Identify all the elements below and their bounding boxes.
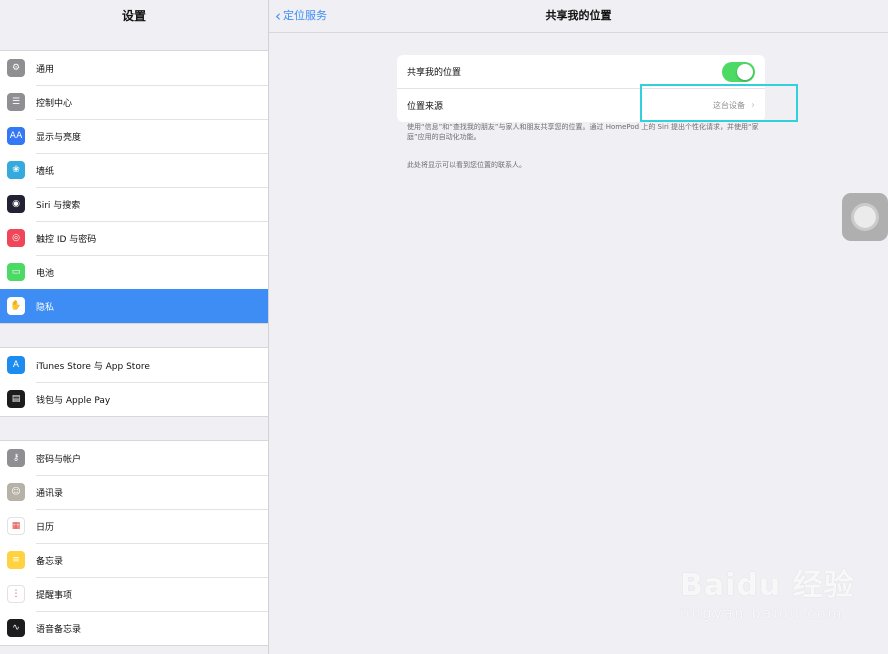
sidebar-item[interactable]: AA 显示与亮度 xyxy=(0,119,268,153)
notes-icon: ≡ xyxy=(7,551,25,569)
sidebar-item-label: iTunes Store 与 App Store xyxy=(36,361,150,372)
sidebar-group-1: ⚙ 通用 ☰ 控制中心 AA 显示与亮度 ❀ 墙纸 ◉ Siri 与搜索 ◎ 触控 ID 与密码 ▭ 电池… xyxy=(0,50,268,324)
display-brightness-icon: AA xyxy=(7,127,25,145)
sidebar-item-label: 语音备忘录 xyxy=(36,624,82,635)
sidebar-title: 设置 xyxy=(121,9,146,23)
voice-memos-icon: ∿ xyxy=(7,619,25,637)
touch-id-icon: ◎ xyxy=(7,229,25,247)
sidebar-item[interactable]: ▦ 日历 xyxy=(0,509,268,543)
sidebar-item-label: Siri 与搜索 xyxy=(36,200,81,211)
sidebar-item[interactable]: ▤ 钱包与 Apple Pay xyxy=(0,382,268,416)
highlight-box xyxy=(640,84,798,122)
settings-sidebar: 设置 ⚙ 通用 ☰ 控制中心 AA 显示与亮度 ❀ 墙纸 ◉ Siri 与搜索 ◎ 触控 ID 与密码… xyxy=(0,0,269,654)
reminders-icon: ⋮ xyxy=(7,585,25,603)
back-button[interactable]: ‹ 定位服务 xyxy=(275,0,327,32)
gear-icon: ⚙ xyxy=(7,59,25,77)
control-center-icon: ☰ xyxy=(7,93,25,111)
key-icon: ⚷ xyxy=(7,449,25,467)
page-title: 共享我的位置 xyxy=(545,9,612,22)
watermark-sub-text: jingyan.baidu.com xyxy=(680,606,844,622)
sidebar-item-label: 电池 xyxy=(36,268,55,279)
sidebar-item-label: 显示与亮度 xyxy=(36,132,82,143)
sidebar-item[interactable]: ◎ 触控 ID 与密码 xyxy=(0,221,268,255)
sidebar-item-label: 日历 xyxy=(36,522,55,533)
sidebar-item[interactable]: AiTunes Store 与 App Store xyxy=(0,348,268,382)
share-location-footnote: 使用“信息”和“查找我的朋友”与家人和朋友共享您的位置。通过 HomePod 上… xyxy=(407,123,759,141)
sidebar-item-label: 备忘录 xyxy=(36,556,64,567)
sidebar-item[interactable]: ≡ 备忘录 xyxy=(0,543,268,577)
wallet-icon: ▤ xyxy=(7,390,25,408)
sidebar-item[interactable]: ☺ 通讯录 xyxy=(0,475,268,509)
calendar-icon: ▦ xyxy=(7,517,25,535)
battery-icon: ▭ xyxy=(7,263,25,281)
chevron-left-icon: ‹ xyxy=(275,7,281,25)
sidebar-item-label: 钱包与 Apple Pay xyxy=(36,395,111,406)
detail-pane: ‹ 定位服务 共享我的位置 共享我的位置 位置来源 这台设备 › 使用“信息”和… xyxy=(269,0,888,654)
toggle-knob xyxy=(737,63,753,80)
sidebar-item-label: 通讯录 xyxy=(36,488,64,499)
back-button-label: 定位服务 xyxy=(283,9,327,22)
sidebar-group-3: ⚷ 密码与帐户 ☺ 通讯录 ▦ 日历 ≡ 备忘录 ⋮ 提醒事项 ∿ 语音备忘录 xyxy=(0,440,268,646)
sidebar-item-label: 通用 xyxy=(36,64,55,75)
sidebar-item[interactable]: ⋮ 提醒事项 xyxy=(0,577,268,611)
sidebar-item-label: 提醒事项 xyxy=(36,590,73,601)
share-my-location-toggle[interactable] xyxy=(722,61,755,82)
sidebar-item-label: 墙纸 xyxy=(36,166,55,177)
sidebar-item[interactable]: ⚙ 通用 xyxy=(0,51,268,85)
share-my-location-label: 共享我的位置 xyxy=(407,68,462,78)
location-source-label: 位置来源 xyxy=(407,102,444,112)
sidebar-item[interactable]: ❀ 墙纸 xyxy=(0,153,268,187)
assistive-touch-icon xyxy=(854,206,876,228)
sidebar-item[interactable]: ✋ 隐私 xyxy=(0,289,268,323)
contacts-icon: ☺ xyxy=(7,483,25,501)
sidebar-item[interactable]: ▭ 电池 xyxy=(0,255,268,289)
siri-icon: ◉ xyxy=(7,195,25,213)
app-store-icon: A xyxy=(7,356,25,374)
privacy-hand-icon: ✋ xyxy=(7,297,25,315)
contacts-footnote: 此处将显示可以看到您位置的联系人。 xyxy=(407,161,526,169)
assistive-touch-button[interactable] xyxy=(842,193,888,241)
sidebar-item[interactable]: ∿ 语音备忘录 xyxy=(0,611,268,645)
sidebar-item-label: 触控 ID 与密码 xyxy=(36,234,97,245)
sidebar-item-label: 隐私 xyxy=(36,302,55,313)
sidebar-item-label: 密码与帐户 xyxy=(36,454,82,465)
wallpaper-icon: ❀ xyxy=(7,161,25,179)
navigation-bar: ‹ 定位服务 共享我的位置 xyxy=(269,0,888,33)
sidebar-item[interactable]: ◉ Siri 与搜索 xyxy=(0,187,268,221)
sidebar-item[interactable]: ⚷ 密码与帐户 xyxy=(0,441,268,475)
sidebar-item-label: 控制中心 xyxy=(36,98,73,109)
sidebar-item[interactable]: ☰ 控制中心 xyxy=(0,85,268,119)
watermark-main-text: Baidu 经验 xyxy=(680,568,855,603)
sidebar-group-2: AiTunes Store 与 App Store ▤ 钱包与 Apple Pay xyxy=(0,347,268,417)
baidu-watermark: Baidu 经验 jingyan.baidu.com xyxy=(680,560,880,640)
